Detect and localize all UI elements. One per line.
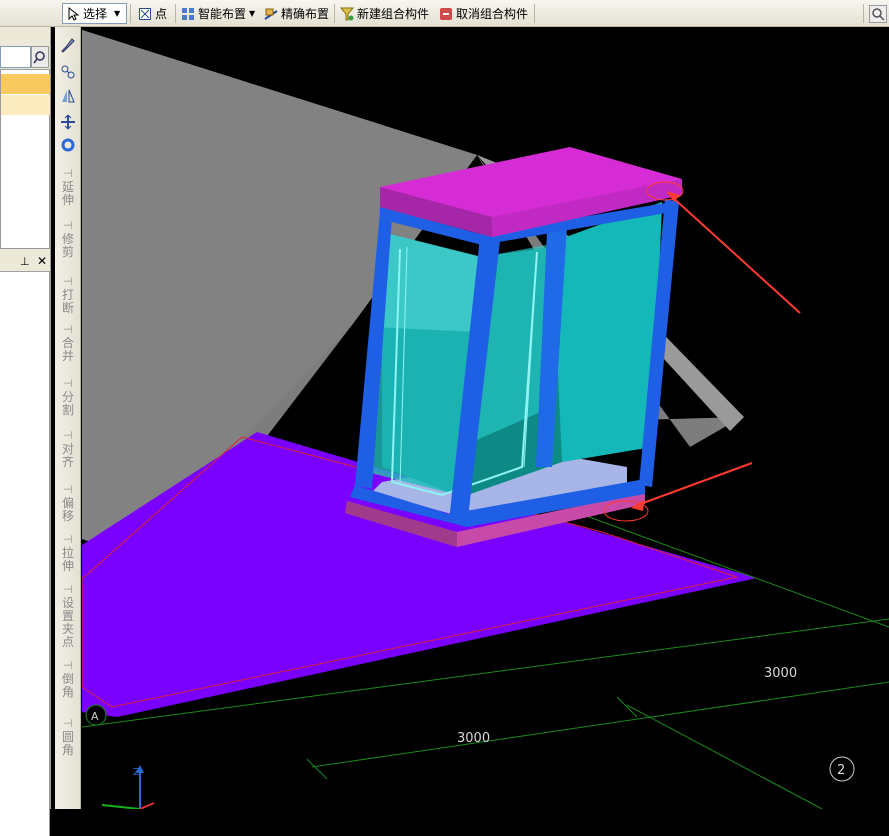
tool-label: 修剪 — [62, 232, 75, 259]
annotation-arrow — [669, 194, 801, 314]
tool-6[interactable]: ⊣ 偏移 — [57, 483, 79, 523]
tool-label: 对齐 — [62, 442, 75, 469]
tool-5[interactable]: ⊣ 对齐 — [57, 429, 79, 469]
smart-layout-label: 智能布置 — [198, 7, 247, 21]
smart-layout-button[interactable]: 智能布置 ▼ — [181, 4, 255, 23]
chevron-down-icon[interactable]: ▼ — [249, 9, 255, 18]
tool-label: 设置夹点 — [62, 596, 75, 649]
list-item[interactable] — [1, 95, 50, 115]
tool-glyph-icon: ⊣ — [63, 323, 73, 336]
grid-line — [626, 704, 823, 809]
y-axis — [139, 802, 155, 809]
z-axis-label: Z — [133, 767, 140, 778]
move-icon[interactable] — [60, 114, 76, 130]
dimension-label: 3000 — [764, 666, 797, 681]
left-dock-panel: ⊥ ✕ — [0, 27, 51, 836]
top-toolbar: 选择 ▼ 点 智能布置 ▼ 精确布置 新建组合构件 取消组合构件 — [0, 0, 889, 27]
point-box-icon — [138, 7, 152, 21]
3d-viewport[interactable]: 3000 3000 A 2 Z — [82, 27, 889, 809]
tool-label: 分割 — [62, 390, 75, 417]
search-icon[interactable] — [869, 5, 887, 23]
cursor-arrow-icon — [66, 6, 80, 21]
precise-layout-label: 精确布置 — [281, 7, 330, 21]
point-label: 点 — [155, 7, 168, 21]
tool-glyph-icon: ⊣ — [63, 533, 73, 546]
tool-2[interactable]: ⊣ 打断 — [57, 275, 79, 315]
copy-icon[interactable] — [60, 64, 76, 80]
select-label: 选择 — [83, 7, 108, 21]
cancel-group-icon — [439, 7, 453, 21]
tool-glyph-icon: ⊣ — [63, 219, 73, 232]
tool-glyph-icon: ⊣ — [63, 483, 73, 496]
mirror-icon[interactable] — [60, 88, 76, 104]
grid-layout-icon — [181, 7, 195, 21]
toolbar-separator — [334, 4, 335, 23]
precise-layout-icon — [264, 7, 278, 21]
tool-label: 打断 — [62, 288, 75, 315]
tool-1[interactable]: ⊣ 修剪 — [57, 219, 79, 259]
rotate-icon[interactable] — [60, 137, 76, 153]
component-search-input[interactable] — [0, 46, 31, 68]
edit-toolbar: ⊣ 延伸 ⊣ 修剪 ⊣ 打断 ⊣ 合并 ⊣ 分割 ⊣ 对齐 ⊣ 偏移 ⊣ 拉伸 ⊣ 设置夹点 ⊣ 倒角 ⊣ 圆角 — [55, 27, 81, 809]
properties-panel — [0, 272, 50, 836]
axis-label-2: 2 — [837, 763, 845, 778]
tool-glyph-icon: ⊣ — [63, 377, 73, 390]
grid-tick — [306, 758, 328, 780]
brush-icon[interactable] — [60, 37, 76, 53]
toolbar-separator — [175, 4, 176, 23]
cancel-group-button[interactable]: 取消组合构件 — [439, 4, 528, 23]
tool-label: 偏移 — [62, 496, 75, 523]
new-group-label: 新建组合构件 — [357, 7, 430, 21]
dimension-label: 3000 — [457, 731, 490, 746]
tool-label: 倒角 — [62, 672, 75, 699]
toolbar-separator — [863, 4, 864, 23]
tool-3[interactable]: ⊣ 合并 — [57, 323, 79, 363]
tool-glyph-icon: ⊣ — [63, 275, 73, 288]
tool-glyph-icon: ⊣ — [63, 429, 73, 442]
grid-tick — [616, 696, 638, 718]
tool-label: 圆角 — [62, 730, 75, 757]
toolbar-separator — [534, 4, 535, 23]
chevron-down-icon[interactable]: ▼ — [114, 9, 120, 18]
tool-7[interactable]: ⊣ 拉伸 — [57, 533, 79, 573]
tool-9[interactable]: ⊣ 倒角 — [57, 659, 79, 699]
tool-glyph-icon: ⊣ — [63, 583, 73, 596]
list-item-selected[interactable] — [1, 74, 50, 94]
cancel-group-label: 取消组合构件 — [456, 7, 529, 21]
tool-label: 合并 — [62, 336, 75, 363]
component-list[interactable] — [0, 69, 50, 249]
tool-0[interactable]: ⊣ 延伸 — [57, 167, 79, 207]
funnel-new-icon — [339, 7, 355, 21]
tool-label: 拉伸 — [62, 546, 75, 573]
tool-8[interactable]: ⊣ 设置夹点 — [57, 583, 79, 649]
pin-icon[interactable]: ⊥ — [20, 255, 30, 268]
toolbar-separator — [130, 4, 131, 23]
tool-glyph-icon: ⊣ — [63, 659, 73, 672]
grid-line — [311, 681, 889, 768]
select-button[interactable]: 选择 ▼ — [66, 4, 120, 23]
tool-4[interactable]: ⊣ 分割 — [57, 377, 79, 417]
x-axis — [101, 804, 141, 809]
tool-10[interactable]: ⊣ 圆角 — [57, 717, 79, 757]
tool-glyph-icon: ⊣ — [63, 717, 73, 730]
tool-glyph-icon: ⊣ — [63, 167, 73, 180]
new-group-button[interactable]: 新建组合构件 — [339, 4, 430, 23]
point-button[interactable]: 点 — [138, 4, 167, 23]
properties-panel-title-bar: ⊥ ✕ — [0, 254, 50, 272]
model-scene[interactable]: 3000 3000 A 2 Z — [82, 27, 889, 809]
precise-layout-button[interactable]: 精确布置 — [264, 4, 329, 23]
tool-label: 延伸 — [62, 180, 75, 207]
close-icon[interactable]: ✕ — [37, 254, 47, 268]
axis-label-a: A — [91, 710, 99, 723]
search-icon[interactable] — [31, 46, 49, 68]
